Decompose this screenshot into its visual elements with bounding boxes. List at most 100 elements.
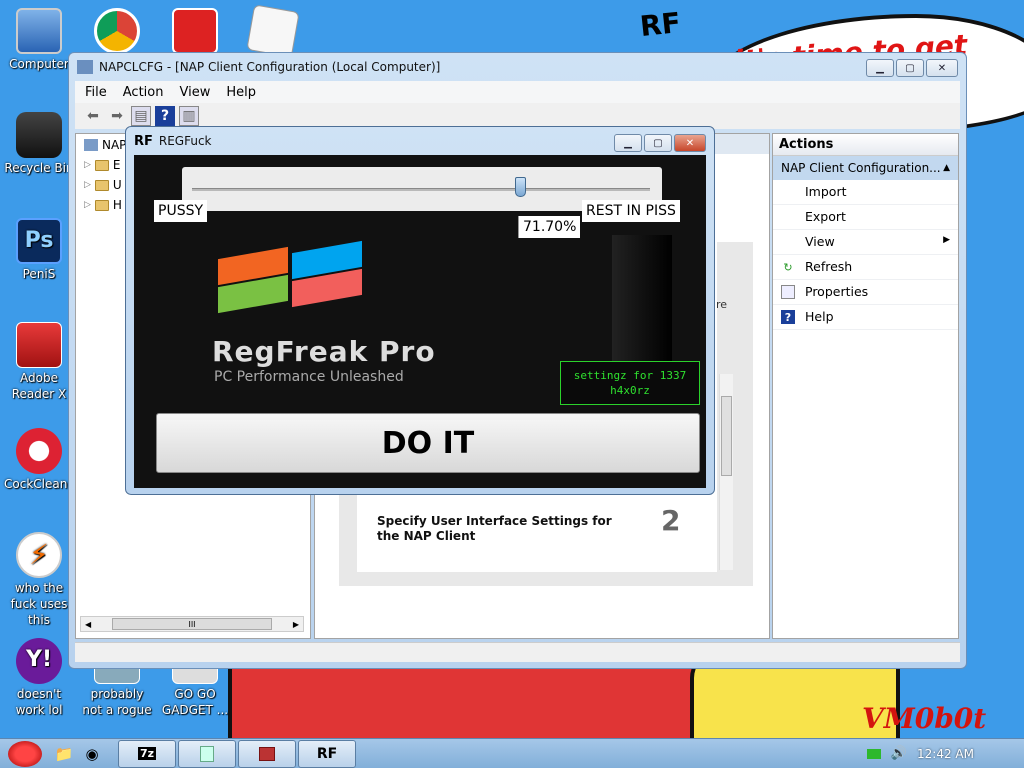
vertical-scrollbar[interactable] <box>719 374 733 570</box>
taskbar-7zip-button[interactable]: 7z <box>118 739 176 768</box>
taskbar-toolbox-button[interactable] <box>238 739 296 768</box>
horizontal-scrollbar[interactable]: ◀ III ▶ <box>80 616 304 632</box>
tree-root[interactable]: NAP <box>84 138 126 152</box>
mmc-titlebar[interactable]: NAPCLCFG - [NAP Client Configuration (Lo… <box>69 53 966 81</box>
slider-thumb[interactable] <box>515 177 527 197</box>
desktop-icon-label: Adobe Reader X <box>11 371 67 401</box>
start-button[interactable] <box>0 739 50 768</box>
properties-icon <box>781 285 795 299</box>
document-icon <box>246 4 300 58</box>
tree-root-label: NAP <box>102 138 127 152</box>
scroll-left-arrow-icon[interactable]: ◀ <box>85 620 91 629</box>
yahoo-icon: Y! <box>16 638 62 684</box>
actions-section[interactable]: NAP Client Configuration... ▲ <box>773 156 958 180</box>
desktop-icon-label: PeniS <box>22 267 56 281</box>
settings-box[interactable]: settingz for 1337 h4x0rz <box>560 361 700 405</box>
desktop-icon-angry-birds[interactable] <box>160 8 230 56</box>
mmc-menubar: File Action View Help <box>75 81 960 103</box>
regfuck-window: RF REGFuck ▁ ▢ ✕ RegFreak Pro PC Perform… <box>125 126 715 495</box>
menu-file[interactable]: File <box>85 85 107 100</box>
back-arrow-icon[interactable]: ⬅ <box>83 106 103 126</box>
menu-action[interactable]: Action <box>123 85 164 100</box>
show-tree-icon[interactable]: ▤ <box>131 106 151 126</box>
taskbar-regfuck-button[interactable]: RF <box>298 739 356 768</box>
menu-view[interactable]: View <box>179 85 210 100</box>
recycle-bin-icon <box>16 112 62 158</box>
7zip-icon: 7z <box>137 747 157 760</box>
explorer-quicklaunch-icon[interactable]: 📁 <box>50 740 78 768</box>
desktop-icon-chrome[interactable] <box>82 8 152 56</box>
forward-arrow-icon[interactable]: ➡ <box>107 106 127 126</box>
action-import[interactable]: Import <box>773 180 958 205</box>
desktop-icon-photoshop[interactable]: Ps PeniS <box>4 218 74 282</box>
collapse-arrow-icon[interactable]: ▲ <box>943 163 950 173</box>
adobe-reader-icon <box>16 322 62 368</box>
tree-item[interactable]: ▷ U <box>84 178 122 192</box>
expand-arrow-icon: ▷ <box>84 160 91 170</box>
chrome-quicklaunch-icon[interactable]: ◉ <box>78 740 106 768</box>
status-bar <box>75 642 960 662</box>
desktop-icon-recycle-bin[interactable]: Recycle Bin <box>4 112 74 176</box>
desktop-icon-label: Recycle Bin <box>4 161 74 175</box>
regfuck-taskbar-icon: RF <box>316 745 338 762</box>
desktop-icon-label: GO GO GADGET ... <box>161 687 229 717</box>
action-label: View <box>805 234 835 249</box>
maximize-button[interactable]: ▢ <box>896 59 924 77</box>
desktop-icon-ccleaner[interactable]: CockCleaner <box>4 428 80 492</box>
tree-item-label: E <box>112 158 121 172</box>
folder-icon <box>94 179 109 191</box>
desktop-icon-computer[interactable]: Computer <box>4 8 74 72</box>
photoshop-icon: Ps <box>16 218 62 264</box>
action-view[interactable]: View ▶ <box>773 230 958 255</box>
folder-icon <box>94 159 109 171</box>
lightning-icon: ⚡ <box>16 532 62 578</box>
help-icon[interactable]: ? <box>155 106 175 126</box>
show-action-pane-icon[interactable]: ▥ <box>179 106 199 126</box>
do-it-button[interactable]: DO IT <box>156 413 700 473</box>
expand-arrow-icon: ▷ <box>84 200 91 210</box>
action-help[interactable]: ? Help <box>773 305 958 330</box>
desktop-icon-lightning[interactable]: ⚡ who the fuck uses this <box>4 532 74 628</box>
close-button[interactable]: ✕ <box>674 134 706 152</box>
action-export[interactable]: Export <box>773 205 958 230</box>
computer-icon <box>16 8 62 54</box>
product-name: RegFreak Pro <box>212 335 436 368</box>
clock[interactable]: 12:42 AM <box>917 747 974 761</box>
action-label: Import <box>805 184 847 199</box>
windows-flag-logo <box>218 237 418 314</box>
wallpaper-rf-logo: RF <box>638 5 683 44</box>
close-button[interactable]: ✕ <box>926 59 958 77</box>
action-label: Export <box>805 209 846 224</box>
step-number: 2 <box>661 504 681 537</box>
regfuck-title: REGFuck <box>158 134 212 148</box>
maximize-button[interactable]: ▢ <box>644 134 672 152</box>
tree-item[interactable]: ▷ H <box>84 198 122 212</box>
minimize-button[interactable]: ▁ <box>614 134 642 152</box>
desktop-icon-yahoo[interactable]: Y! doesn't work lol <box>4 638 74 718</box>
menu-help[interactable]: Help <box>226 85 256 100</box>
folder-icon <box>94 199 109 211</box>
slider-min-label: PUSSY <box>154 200 208 222</box>
scrollbar-thumb[interactable]: III <box>112 618 272 630</box>
tree-item-label: H <box>112 198 122 212</box>
slider-percent: 71.70% <box>518 216 581 238</box>
step-link[interactable]: Specify User Interface Settings for the … <box>377 514 627 544</box>
action-refresh[interactable]: ↻ Refresh <box>773 255 958 280</box>
tree-item[interactable]: ▷ E <box>84 158 121 172</box>
network-icon[interactable] <box>866 748 881 759</box>
taskbar-notepad-button[interactable] <box>178 739 236 768</box>
angry-birds-icon <box>172 8 218 54</box>
desktop-icon-document[interactable] <box>238 4 308 58</box>
vertical-scrollbar-thumb[interactable] <box>721 396 732 476</box>
action-label: Help <box>805 309 834 324</box>
chrome-icon <box>94 8 140 54</box>
volume-icon[interactable]: 🔊 <box>891 746 907 761</box>
settings-line-2: h4x0rz <box>610 384 650 397</box>
action-label: Refresh <box>805 259 853 274</box>
minimize-button[interactable]: ▁ <box>866 59 894 77</box>
scroll-right-arrow-icon[interactable]: ▶ <box>293 620 299 629</box>
desktop-icon-label: who the fuck uses this <box>10 581 68 627</box>
desktop-icon-adobe-reader[interactable]: Adobe Reader X <box>4 322 74 402</box>
action-properties[interactable]: Properties <box>773 280 958 305</box>
regfuck-window-controls: ▁ ▢ ✕ <box>614 134 706 152</box>
